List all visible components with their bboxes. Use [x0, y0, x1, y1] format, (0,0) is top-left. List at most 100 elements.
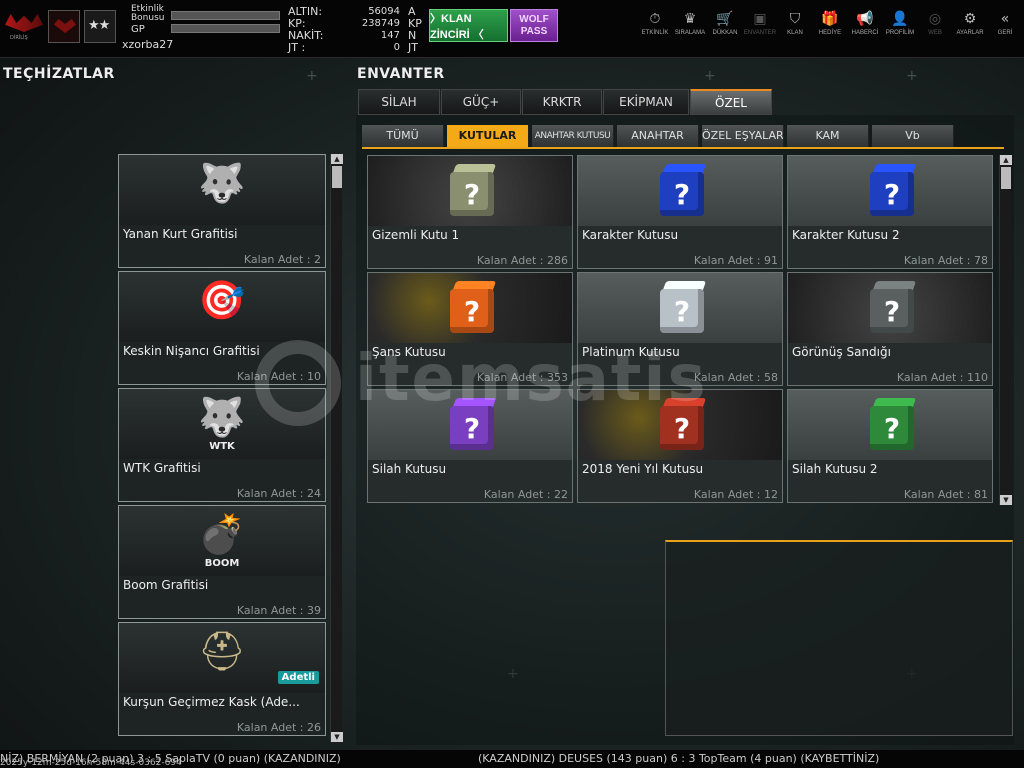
clan-emblem-icon [54, 19, 76, 33]
equipment-count: Kalan Adet : 24 [236, 487, 321, 500]
equipment-item[interactable]: 🐺 Yanan Kurt Grafitisi Kalan Adet : 2 [118, 154, 326, 268]
item-count: Kalan Adet : 58 [693, 371, 778, 384]
currency-unit: KP [408, 17, 422, 30]
gear-icon: ⚙ [963, 11, 977, 27]
inventory-item[interactable]: ? Görünüş Sandığı Kalan Adet : 110 [787, 272, 993, 386]
nav-web[interactable]: ◎ WEB [918, 8, 952, 36]
rank-badge[interactable]: ★★ [84, 10, 116, 43]
nav-etki̇nli̇k[interactable]: ⏱ ETKİNLİK [638, 8, 672, 36]
inventory-item[interactable]: ? Platinum Kutusu Kalan Adet : 58 [577, 272, 783, 386]
subtab-4[interactable]: ÖZEL EŞYALAR [702, 125, 784, 147]
box-face: ? [660, 172, 704, 216]
tab-si̇lah[interactable]: SİLAH [358, 89, 440, 115]
nav-siralama[interactable]: ♛ SIRALAMA [673, 8, 707, 36]
equipment-name: Kurşun Geçirmez Kask (Ade... [123, 695, 300, 709]
inventory-item[interactable]: ? Silah Kutusu Kalan Adet : 22 [367, 389, 573, 503]
clan-emblem[interactable] [48, 10, 80, 43]
tab-güç+[interactable]: GÜÇ+ [441, 89, 521, 115]
inventory-item[interactable]: ? Karakter Kutusu 2 Kalan Adet : 78 [787, 155, 993, 269]
item-name: Silah Kutusu [372, 462, 447, 476]
subtab-2[interactable]: ANAHTAR KUTUSU [532, 125, 614, 147]
nav-envanter[interactable]: ▣ ENVANTER [743, 8, 777, 36]
item-count: Kalan Adet : 110 [896, 371, 988, 384]
item-image: ? [788, 273, 992, 343]
subtab-6[interactable]: Vb [872, 125, 954, 147]
wolf-pass-button[interactable]: WOLF PASS [510, 9, 558, 42]
item-image: ? [578, 156, 782, 226]
nav-haberci̇[interactable]: 📢 HABERCİ [848, 8, 882, 36]
scroll-down-icon[interactable]: ▼ [331, 732, 343, 742]
inventory-item[interactable]: ? Şans Kutusu Kalan Adet : 353 [367, 272, 573, 386]
profile-icon: 👤 [891, 11, 909, 27]
subtab-3[interactable]: ANAHTAR [617, 125, 699, 147]
item-name: Görünüş Sandığı [792, 345, 891, 359]
equipment-scrollbar[interactable]: ▲ ▼ [330, 154, 343, 742]
gp-bar [171, 24, 280, 33]
equipment-item[interactable]: 💣 BOOM Boom Grafitisi Kalan Adet : 39 [118, 505, 326, 619]
nav-label: SIRALAMA [674, 30, 706, 36]
username: xzorba27 [122, 38, 174, 51]
inventory-item[interactable]: ? Silah Kutusu 2 Kalan Adet : 81 [787, 389, 993, 503]
subtab-1[interactable]: KUTULAR [447, 125, 529, 147]
inventory-item[interactable]: ? Karakter Kutusu Kalan Adet : 91 [577, 155, 783, 269]
globe-icon: ◎ [928, 11, 942, 27]
nav-ayarlar[interactable]: ⚙ AYARLAR [953, 8, 987, 36]
wolf-logo-icon [5, 14, 43, 32]
wolf-pass-line2: PASS [520, 26, 548, 37]
tab-krktr[interactable]: KRKTR [522, 89, 602, 115]
equipment-title: TEÇHİZATLAR [3, 66, 115, 82]
sniper-graffiti-icon: 🎯 [198, 278, 246, 322]
purple-box-icon: ? [446, 396, 498, 452]
clan-chain-button[interactable]: 〉KLAN ZİNCİRİ 〈 [429, 9, 508, 42]
box-face: ? [450, 172, 494, 216]
nav-label: HABERCİ [851, 30, 879, 36]
equipment-image: 💣 BOOM [119, 506, 325, 576]
nav-klan[interactable]: ⛉ KLAN [778, 8, 812, 36]
nav-profi̇li̇m[interactable]: 👤 PROFİLİM [883, 8, 917, 36]
box-face: ? [450, 406, 494, 450]
gift-box-icon: ? [656, 396, 708, 452]
nav-label: GERİ [997, 30, 1013, 36]
inventory-item[interactable]: ? Gizemli Kutu 1 Kalan Adet : 286 [367, 155, 573, 269]
inventory-scrollbar[interactable]: ▲ ▼ [999, 155, 1012, 505]
currency-value: 0 [393, 42, 400, 53]
scroll-thumb[interactable] [1001, 167, 1011, 189]
nav-dükkan[interactable]: 🛒 DÜKKAN [708, 8, 742, 36]
item-count: Kalan Adet : 81 [903, 488, 988, 501]
nav-hedi̇ye[interactable]: 🎁 HEDİYE [813, 8, 847, 36]
subtab-underline [362, 147, 1004, 149]
equipment-item[interactable]: 🎯 Keskin Nişancı Grafitisi Kalan Adet : 10 [118, 271, 326, 385]
nav-geri̇[interactable]: « GERİ [988, 8, 1022, 36]
nav-label: HEDİYE [818, 30, 842, 36]
item-count: Kalan Adet : 22 [483, 488, 568, 501]
currency-value: 238749 [361, 18, 400, 29]
nav-label: AYARLAR [956, 30, 984, 36]
inventory-icon: ▣ [753, 11, 767, 27]
rank-icon: ♛ [683, 11, 697, 27]
plus-decoration: + [704, 68, 716, 84]
graffiti-caption: BOOM [204, 558, 240, 569]
plus-decoration: + [306, 68, 318, 84]
nav-label: KLAN [787, 30, 803, 36]
inventory-item[interactable]: ? 2018 Yeni Yıl Kutusu Kalan Adet : 12 [577, 389, 783, 503]
ticker-right: (KAZANDINIZ) DEUSES (143 puan) 6 : 3 Top… [478, 752, 880, 765]
equipment-item[interactable]: ⛑ Kurşun Geçirmez Kask (Ade... Kalan Adet … [118, 622, 326, 736]
subtab-5[interactable]: KAM [787, 125, 869, 147]
wtk-wolf-graffiti-icon: 🐺 [198, 395, 246, 439]
scroll-down-icon[interactable]: ▼ [1000, 495, 1012, 505]
box-face: ? [870, 172, 914, 216]
scroll-up-icon[interactable]: ▲ [1000, 155, 1012, 165]
cart-icon: 🛒 [716, 11, 734, 27]
item-image: ? [578, 390, 782, 460]
item-image: ? [368, 156, 572, 226]
scroll-up-icon[interactable]: ▲ [331, 154, 343, 164]
item-name: Karakter Kutusu [582, 228, 679, 242]
subtab-0[interactable]: TÜMÜ [362, 125, 444, 147]
currency-unit: JT [408, 41, 418, 54]
tab-özel[interactable]: ÖZEL [690, 89, 772, 115]
scroll-thumb[interactable] [332, 166, 342, 188]
tab-eki̇pman[interactable]: EKİPMAN [603, 89, 689, 115]
equipment-item[interactable]: 🐺 WTK WTK Grafitisi Kalan Adet : 24 [118, 388, 326, 502]
logo-subtitle: DİRİLİŞ [10, 35, 28, 41]
stackable-badge: Adetli [277, 671, 319, 684]
